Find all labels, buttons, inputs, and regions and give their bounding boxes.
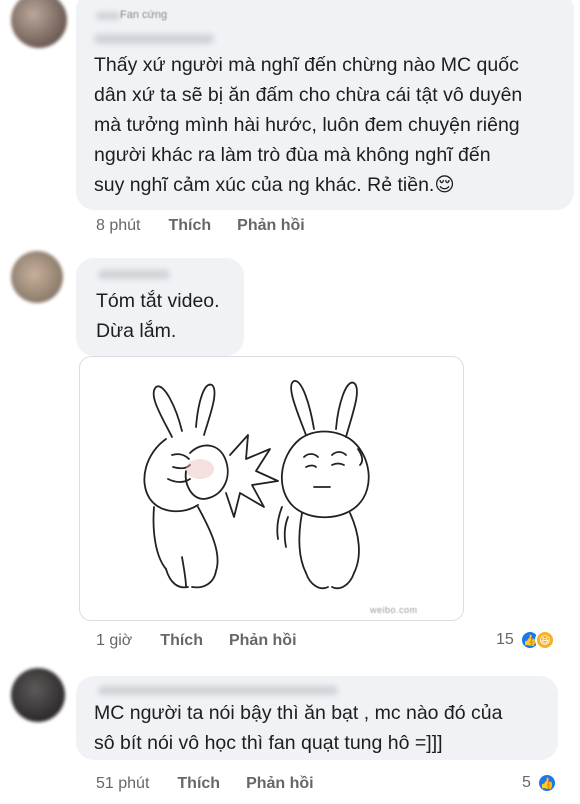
- like-button[interactable]: Thích: [160, 632, 203, 650]
- comment-text: MC người ta nói bậy thì ăn bạt , mc nào …: [94, 702, 503, 754]
- reply-button[interactable]: Phản hồi: [246, 775, 314, 793]
- comment-time[interactable]: 51 phút: [96, 775, 149, 793]
- reaction-count: 5: [522, 774, 531, 791]
- comment-actions: 51 phút Thích Phản hồi: [96, 775, 340, 793]
- comment-text: Tóm tắt video. Dừa lắm.: [96, 290, 220, 342]
- reply-button[interactable]: Phản hồi: [237, 217, 305, 235]
- comment-text: Thấy xứ người mà nghĩ đến chừng nào MC q…: [94, 54, 523, 196]
- comment-bubble: Fan cứng Thấy xứ người mà nghĩ đến chừng…: [76, 0, 574, 210]
- reply-button[interactable]: Phản hồi: [229, 632, 297, 650]
- comment-actions: 8 phút Thích Phản hồi: [96, 217, 331, 235]
- sticker-watermark: weibo.com: [370, 605, 418, 615]
- sticker-image[interactable]: weibo.com: [79, 356, 464, 621]
- comment-actions: 1 giờ Thích Phản hồi: [96, 632, 323, 650]
- author-name[interactable]: [96, 12, 120, 20]
- rabbit-slap-sticker: [143, 380, 370, 590]
- avatar[interactable]: [11, 0, 67, 48]
- author-name[interactable]: [98, 686, 338, 695]
- like-button[interactable]: Thích: [168, 217, 211, 235]
- fan-badge: Fan cứng: [120, 9, 168, 21]
- like-button[interactable]: Thích: [177, 775, 220, 793]
- avatar[interactable]: [11, 668, 65, 722]
- comment-time[interactable]: 8 phút: [96, 217, 140, 235]
- author-name[interactable]: [98, 270, 170, 279]
- avatar[interactable]: [11, 251, 63, 303]
- reaction-summary[interactable]: 15 👍 😆: [496, 630, 555, 650]
- thumbs-up-icon: 👍: [536, 773, 557, 793]
- laughing-face-icon: 😆: [534, 630, 555, 650]
- comment-time[interactable]: 1 giờ: [96, 632, 132, 650]
- reaction-count: 15: [496, 631, 514, 648]
- reaction-summary[interactable]: 5 👍: [522, 773, 557, 793]
- author-name[interactable]: [94, 34, 214, 44]
- comment-bubble: MC người ta nói bậy thì ăn bạt , mc nào …: [76, 676, 558, 760]
- comment-bubble: Tóm tắt video. Dừa lắm.: [76, 258, 244, 356]
